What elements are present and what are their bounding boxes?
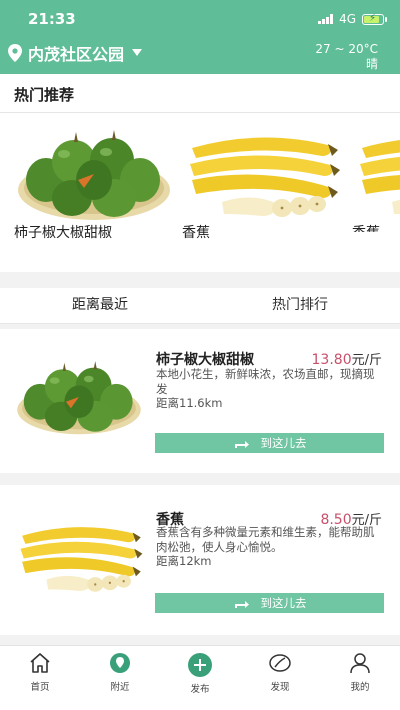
weather-condition: 晴	[365, 57, 378, 71]
navigate-arrow-icon	[234, 441, 249, 448]
price-unit: 元/斤	[351, 353, 382, 368]
product-name: 柿子椒大椒甜椒	[156, 352, 254, 368]
product-distance: 距离11.6km	[156, 396, 223, 410]
status-time: 21:33	[28, 10, 76, 28]
navigate-label: 到这儿去	[260, 436, 307, 450]
product-card[interactable]: 香蕉 8.50元/斤 香蕉含有多种微量元素和维生素，能帮助肌肉松弛，使人身心愉悦…	[0, 485, 400, 635]
tab-popular[interactable]: 热门排行	[200, 288, 400, 323]
status-indicators: 4G ⚡	[318, 12, 387, 26]
network-label: 4G	[339, 12, 356, 26]
banana-image	[352, 118, 400, 228]
hot-item-name: 香蕉	[352, 222, 380, 232]
tabbar-label: 首页	[30, 682, 50, 693]
navigate-button[interactable]: 到这儿去	[155, 433, 384, 453]
tabbar-label: 发现	[270, 682, 290, 693]
banana-image	[182, 118, 342, 228]
hot-item-name: 香蕉	[182, 225, 210, 241]
product-description: 本地小花生，新鲜味浓，农场直邮，现摘现发	[156, 367, 375, 396]
product-description: 香蕉含有多种微量元素和维生素，能帮助肌肉松弛，使人身心愉悦。	[156, 525, 375, 554]
nearby-icon	[110, 653, 130, 673]
profile-icon	[350, 653, 370, 674]
tabbar-publish[interactable]: 发布	[160, 646, 240, 710]
price-value: 13.80	[311, 352, 352, 368]
tabbar-nearby[interactable]: 附近	[80, 646, 160, 710]
location-pin-icon	[8, 44, 22, 62]
chevron-down-icon	[132, 49, 143, 56]
home-icon	[30, 653, 50, 673]
tabbar-label: 发布	[190, 684, 210, 695]
navigate-arrow-icon	[234, 601, 249, 608]
product-distance: 距离12km	[156, 554, 212, 568]
app-header: 21:33 4G ⚡ 内茂社区公园 27 ~ 20°C 晴	[0, 0, 400, 74]
hot-item-card[interactable]: 柿子椒大椒甜椒	[14, 118, 174, 241]
pepper-image	[14, 341, 144, 451]
tabbar-home[interactable]: 首页	[0, 646, 80, 710]
product-price: 13.80元/斤	[312, 349, 382, 368]
bottom-tab-bar: 首页 附近 发布 发现 我的	[0, 645, 400, 710]
section-title: 热门推荐	[14, 86, 75, 104]
signal-icon	[318, 14, 334, 24]
tabbar-label: 附近	[110, 682, 130, 693]
divider	[0, 112, 400, 113]
tabbar-profile[interactable]: 我的	[320, 646, 400, 710]
sort-tabs: 距离最近 热门排行	[0, 288, 400, 324]
pepper-image	[14, 118, 174, 228]
battery-icon: ⚡	[362, 13, 387, 25]
location-selector[interactable]: 内茂社区公园	[8, 41, 143, 65]
location-name: 内茂社区公园	[28, 45, 125, 64]
tabbar-label: 我的	[350, 682, 370, 693]
navigate-label: 到这儿去	[260, 596, 307, 610]
hot-item-name: 柿子椒大椒甜椒	[14, 225, 112, 241]
navigate-button[interactable]: 到这儿去	[155, 593, 384, 613]
publish-icon	[188, 653, 212, 677]
hot-item-card[interactable]: 香蕉	[352, 118, 400, 232]
tab-nearest[interactable]: 距离最近	[0, 288, 200, 323]
discover-icon	[269, 654, 291, 672]
hot-recommend-section: 热门推荐 柿子椒大椒甜椒 香蕉 香蕉	[0, 74, 400, 272]
banana-image	[14, 501, 144, 611]
weather-temperature: 27 ~ 20°C	[315, 42, 378, 56]
hot-item-card[interactable]: 香蕉	[182, 118, 342, 241]
tabbar-discover[interactable]: 发现	[240, 646, 320, 710]
weather-widget: 27 ~ 20°C 晴	[315, 42, 378, 72]
product-card[interactable]: 柿子椒大椒甜椒 13.80元/斤 本地小花生，新鲜味浓，农场直邮，现摘现发 距离…	[0, 329, 400, 473]
status-bar: 21:33 4G ⚡	[0, 0, 400, 36]
